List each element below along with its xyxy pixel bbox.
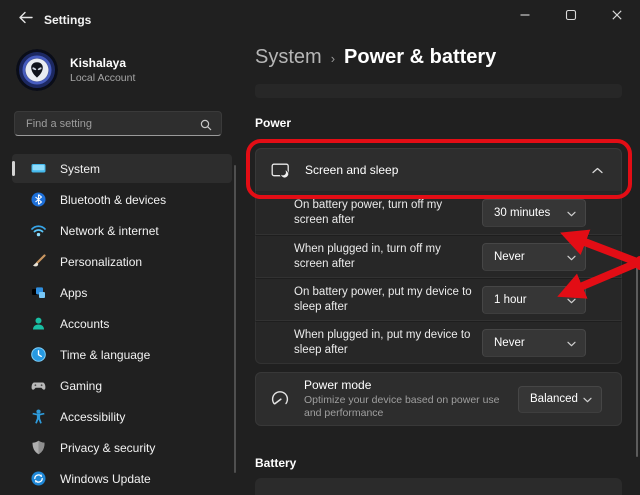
search-input[interactable] <box>15 112 195 135</box>
accounts-icon <box>30 315 47 332</box>
close-button[interactable] <box>594 0 640 34</box>
window-controls <box>502 0 640 34</box>
system-icon <box>30 160 47 177</box>
accessibility-icon <box>30 408 47 425</box>
sidebar-item-label: Bluetooth & devices <box>60 192 167 207</box>
main-scrollbar[interactable] <box>636 267 638 457</box>
sidebar-item-personalization[interactable]: Personalization <box>12 247 232 276</box>
battery-sleep-dropdown[interactable]: 1 hour <box>482 285 586 314</box>
selected-indicator <box>12 161 15 176</box>
sidebar-scrollbar[interactable] <box>234 165 236 473</box>
chevron-down-icon <box>567 204 576 222</box>
breadcrumb: System › Power & battery <box>255 46 496 69</box>
close-icon <box>611 8 623 26</box>
power-mode-subtitle: Optimize your device based on power use … <box>304 394 500 419</box>
page-title: Power & battery <box>344 46 497 68</box>
chevron-down-icon <box>583 390 592 408</box>
sidebar-item-label: Apps <box>60 285 88 300</box>
screen-and-sleep-expander[interactable]: Screen and sleep <box>255 148 622 192</box>
sidebar-item-accounts[interactable]: Accounts <box>12 309 232 338</box>
sidebar-item-label: System <box>60 161 101 176</box>
sidebar-item-label: Accounts <box>60 316 110 331</box>
power-mode-icon <box>270 390 290 408</box>
sidebar-item-label: Time & language <box>60 347 151 362</box>
sidebar-item-privacy-security[interactable]: Privacy & security <box>12 433 232 462</box>
maximize-button[interactable] <box>548 0 594 34</box>
power-mode-text: Power mode Optimize your device based on… <box>304 378 518 420</box>
power-section-heading: Power <box>255 116 292 130</box>
sidebar-item-bluetooth[interactable]: Bluetooth & devices <box>12 185 232 214</box>
breadcrumb-system[interactable]: System <box>255 46 322 69</box>
setting-row-battery-sleep: On battery power, put my device to sleep… <box>255 278 622 321</box>
expander-title: Screen and sleep <box>305 163 399 177</box>
minimize-button[interactable] <box>502 0 548 34</box>
sidebar-item-label: Windows Update <box>60 471 151 486</box>
setting-label: On battery power, put my device to sleep… <box>294 285 472 313</box>
setting-row-battery-screen-off: On battery power, turn off my screen aft… <box>255 192 622 235</box>
personalization-icon <box>30 253 47 270</box>
sidebar-item-label: Accessibility <box>60 409 126 424</box>
back-icon <box>18 11 33 29</box>
bluetooth-icon <box>30 191 47 208</box>
network-icon <box>30 222 47 239</box>
back-button[interactable] <box>8 7 42 33</box>
sidebar-item-label: Privacy & security <box>60 440 156 455</box>
power-mode-title: Power mode <box>304 378 372 392</box>
battery-section-heading: Battery <box>255 456 297 470</box>
power-mode-dropdown[interactable]: Balanced <box>518 385 602 413</box>
plugged-screen-off-dropdown[interactable]: Never <box>482 242 586 271</box>
breadcrumb-separator: › <box>330 51 336 66</box>
setting-label: On battery power, turn off my screen aft… <box>294 199 443 226</box>
sidebar-item-accessibility[interactable]: Accessibility <box>12 402 232 431</box>
gaming-icon <box>30 377 47 394</box>
battery-screen-off-dropdown[interactable]: 30 minutes <box>482 199 586 227</box>
app-title: Settings <box>44 13 92 27</box>
user-name: Kishalaya <box>70 56 127 70</box>
sidebar-item-time-language[interactable]: Time & language <box>12 340 232 369</box>
setting-label: When plugged in, put my device to sleep … <box>294 328 471 356</box>
sidebar-item-windows-update[interactable]: Windows Update <box>12 464 232 493</box>
dropdown-value: Never <box>494 336 525 349</box>
dropdown-value: Balanced <box>530 393 578 405</box>
chevron-down-icon <box>567 291 576 309</box>
avatar[interactable] <box>16 49 58 91</box>
dropdown-value: 30 minutes <box>494 207 551 219</box>
sidebar-item-label: Network & internet <box>60 223 159 238</box>
settings-window: Settings Kishalaya Local Account Find a … <box>0 0 640 495</box>
sidebar-item-label: Gaming <box>60 378 103 393</box>
screen-and-sleep-icon <box>271 162 290 179</box>
apps-icon <box>30 284 47 301</box>
sidebar-item-system[interactable]: System <box>12 154 232 183</box>
sidebar-item-gaming[interactable]: Gaming <box>12 371 232 400</box>
user-account-type: Local Account <box>70 72 136 84</box>
plugged-sleep-dropdown[interactable]: Never <box>482 328 586 357</box>
time-language-icon <box>30 346 47 363</box>
battery-card-top <box>255 478 622 495</box>
privacy-security-icon <box>30 439 47 456</box>
setting-row-plugged-sleep: When plugged in, put my device to sleep … <box>255 321 622 364</box>
screen-and-sleep-settings: On battery power, turn off my screen aft… <box>255 192 622 364</box>
dropdown-value: Never <box>494 250 525 263</box>
sidebar: System Bluetooth & devices Network & int… <box>12 154 232 495</box>
sidebar-item-label: Personalization <box>60 254 143 269</box>
chevron-up-icon[interactable] <box>592 167 603 174</box>
sidebar-item-apps[interactable]: Apps <box>12 278 232 307</box>
dropdown-value: 1 hour <box>494 293 527 306</box>
minimize-icon <box>519 8 531 26</box>
search-box <box>14 111 222 136</box>
sidebar-item-network[interactable]: Network & internet <box>12 216 232 245</box>
scrolled-card-remnant <box>255 84 622 98</box>
chevron-down-icon <box>567 248 576 266</box>
chevron-down-icon <box>567 334 576 352</box>
setting-label: When plugged in, turn off my screen afte… <box>294 242 441 270</box>
windows-update-icon <box>30 470 47 487</box>
titlebar: Settings <box>0 0 640 40</box>
maximize-icon <box>565 8 577 26</box>
search-icon <box>200 118 212 136</box>
setting-row-plugged-screen-off: When plugged in, turn off my screen afte… <box>255 235 622 278</box>
power-mode-card: Power mode Optimize your device based on… <box>255 372 622 426</box>
